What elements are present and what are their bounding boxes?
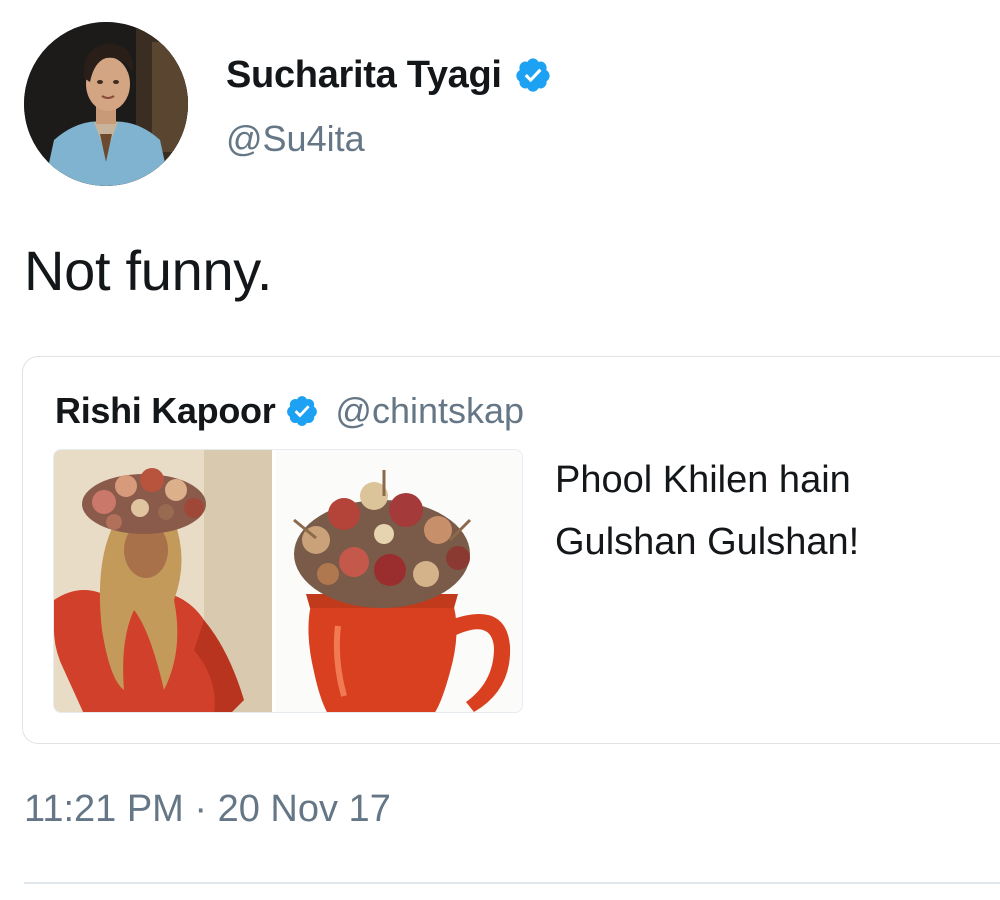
quoted-tweet-text: Phool Khilen hain Gulshan Gulshan! (555, 459, 860, 563)
quoted-tweet-header[interactable]: Rishi Kapoor @chintskap (55, 389, 524, 433)
author-name-row[interactable]: Sucharita Tyagi (226, 50, 552, 100)
quoted-tweet-card[interactable]: Rishi Kapoor @chintskap Phool Khilen hai… (22, 356, 1000, 744)
quoted-author-name[interactable]: Rishi Kapoor (55, 390, 276, 432)
tweet-text: Not funny. (24, 239, 273, 302)
quoted-author-handle[interactable]: @chintskap (335, 390, 524, 432)
author-handle[interactable]: @Su4ita (226, 118, 365, 160)
avatar-photo-icon (24, 22, 188, 186)
divider (24, 882, 1000, 884)
verified-badge-icon (516, 58, 550, 92)
tweet-timestamp[interactable]: 11:21 PM · 20 Nov 17 (24, 788, 391, 831)
author-name[interactable]: Sucharita Tyagi (226, 54, 502, 97)
quoted-tweet-media[interactable] (53, 449, 523, 713)
photo-comparison-icon (54, 450, 522, 712)
author-avatar[interactable] (24, 22, 188, 186)
verified-badge-icon (287, 396, 318, 426)
